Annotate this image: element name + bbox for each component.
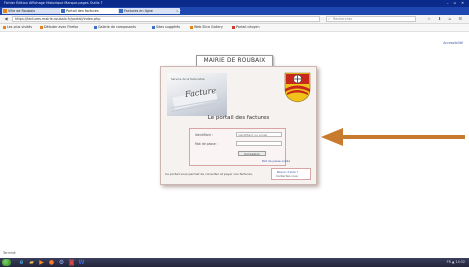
bookmark-label: Galerie de composants <box>98 25 137 29</box>
menu-bar[interactable]: Fichier Édition Affichage Historique Mar… <box>4 1 102 5</box>
word-icon[interactable]: W <box>78 259 85 266</box>
search-icon: ⌕ <box>328 17 330 21</box>
bookmark-item[interactable]: Sites suggérés <box>152 25 180 29</box>
bookmark-item[interactable]: Portail citoyen <box>232 25 260 29</box>
tab-label: Portail des factures <box>66 9 99 13</box>
bookmark-icon <box>232 25 235 29</box>
window-controls[interactable]: – ▫ ✕ <box>447 1 466 5</box>
bookmark-item[interactable]: Les plus visités <box>3 25 32 29</box>
bookmark-label: Sites suggérés <box>156 25 181 29</box>
arrow-annotation-icon <box>321 128 465 146</box>
toolbar-icons[interactable]: ☆ ⬇ ⌂ ☰ <box>427 16 465 21</box>
bookmark-label: Portail citoyen <box>236 25 260 29</box>
help-contact[interactable]: Contactez-nous <box>276 174 298 178</box>
favicon-icon <box>119 9 123 13</box>
bookmark-label: Débuter avec Firefox <box>44 25 79 29</box>
username-label: Identifiant : <box>195 133 213 137</box>
url-bar[interactable]: https://factures.mairie-roubaix.fr/porta… <box>12 16 320 22</box>
tab-ville-roubaix[interactable]: Ville de Roubaix ✕ <box>2 8 64 14</box>
help-box: Besoin d'aide ? Contactez-nous <box>271 168 311 180</box>
new-tab-button[interactable]: + <box>176 8 182 14</box>
photo-icon[interactable]: ◙ <box>68 259 75 266</box>
ie-icon[interactable]: e <box>18 259 25 266</box>
bookmark-icon <box>152 25 155 29</box>
bookmark-label: Les plus visités <box>7 25 32 29</box>
search-placeholder: Rechercher <box>333 17 353 21</box>
firefox-icon[interactable]: ● <box>48 259 55 266</box>
password-field[interactable] <box>236 141 282 146</box>
tab-bar: Ville de Roubaix ✕ Portail des factures … <box>0 7 469 15</box>
bookmarks-bar: Les plus visités Débuter avec Firefox Ga… <box>0 24 469 32</box>
bookmark-icon <box>190 25 193 29</box>
favicon-icon <box>3 9 7 13</box>
tab-portail-factures[interactable]: Portail des factures ✕ <box>60 8 122 14</box>
bookmark-item[interactable]: Web Slice Gallery <box>190 25 223 29</box>
city-crest-icon <box>284 72 311 103</box>
start-button[interactable] <box>2 259 11 266</box>
bookmark-item[interactable]: Débuter avec Firefox <box>40 25 78 29</box>
tab-factures-en-ligne[interactable]: Factures en ligne ✕ <box>118 8 180 14</box>
bookmark-icon <box>3 25 6 29</box>
portal-title: Le portail des factures <box>207 115 270 121</box>
status-text: Terminé <box>3 251 16 255</box>
taskbar: e ▰ ▶ ● ⚙ ◙ W FR ▲ 14:32 <box>0 258 469 267</box>
media-icon[interactable]: ▶ <box>38 259 45 266</box>
forgot-password-link[interactable]: Mot de passe oublié <box>262 159 290 163</box>
bookmark-icon <box>40 25 43 29</box>
accessibility-link[interactable]: Accessibilité <box>443 41 463 45</box>
invoice-image: Service de la facturation Facture <box>167 73 227 116</box>
settings-icon[interactable]: ⚙ <box>58 259 65 266</box>
tab-label: Factures en ligne <box>124 9 153 13</box>
system-tray[interactable]: FR ▲ 14:32 <box>447 260 465 264</box>
back-button[interactable]: ◀ <box>3 16 9 22</box>
login-form: Identifiant : Mot de passe : Connexion M… <box>189 128 290 166</box>
favicon-icon <box>61 9 65 13</box>
window-titlebar: Fichier Édition Affichage Historique Mar… <box>0 0 469 7</box>
image-header: Service de la facturation <box>171 77 206 81</box>
password-label: Mot de passe : <box>195 142 218 146</box>
bookmark-icon <box>94 25 97 29</box>
login-panel: Service de la facturation Facture Le por… <box>160 66 317 185</box>
search-input[interactable]: ⌕ Rechercher <box>326 16 416 22</box>
portal-footnote: Ce portail vous permet de consulter et p… <box>165 172 253 176</box>
tab-label: Ville de Roubaix <box>8 9 36 13</box>
username-field[interactable] <box>236 132 282 137</box>
bookmark-item[interactable]: Galerie de composants <box>94 25 136 29</box>
page-viewport: Accessibilité MAIRIE DE ROUBAIX Service … <box>0 32 469 258</box>
login-button[interactable]: Connexion <box>238 151 266 156</box>
folder-icon[interactable]: ▰ <box>28 259 35 266</box>
bookmark-label: Web Slice Gallery <box>194 25 223 29</box>
navigation-bar: ◀ https://factures.mairie-roubaix.fr/por… <box>0 15 469 24</box>
